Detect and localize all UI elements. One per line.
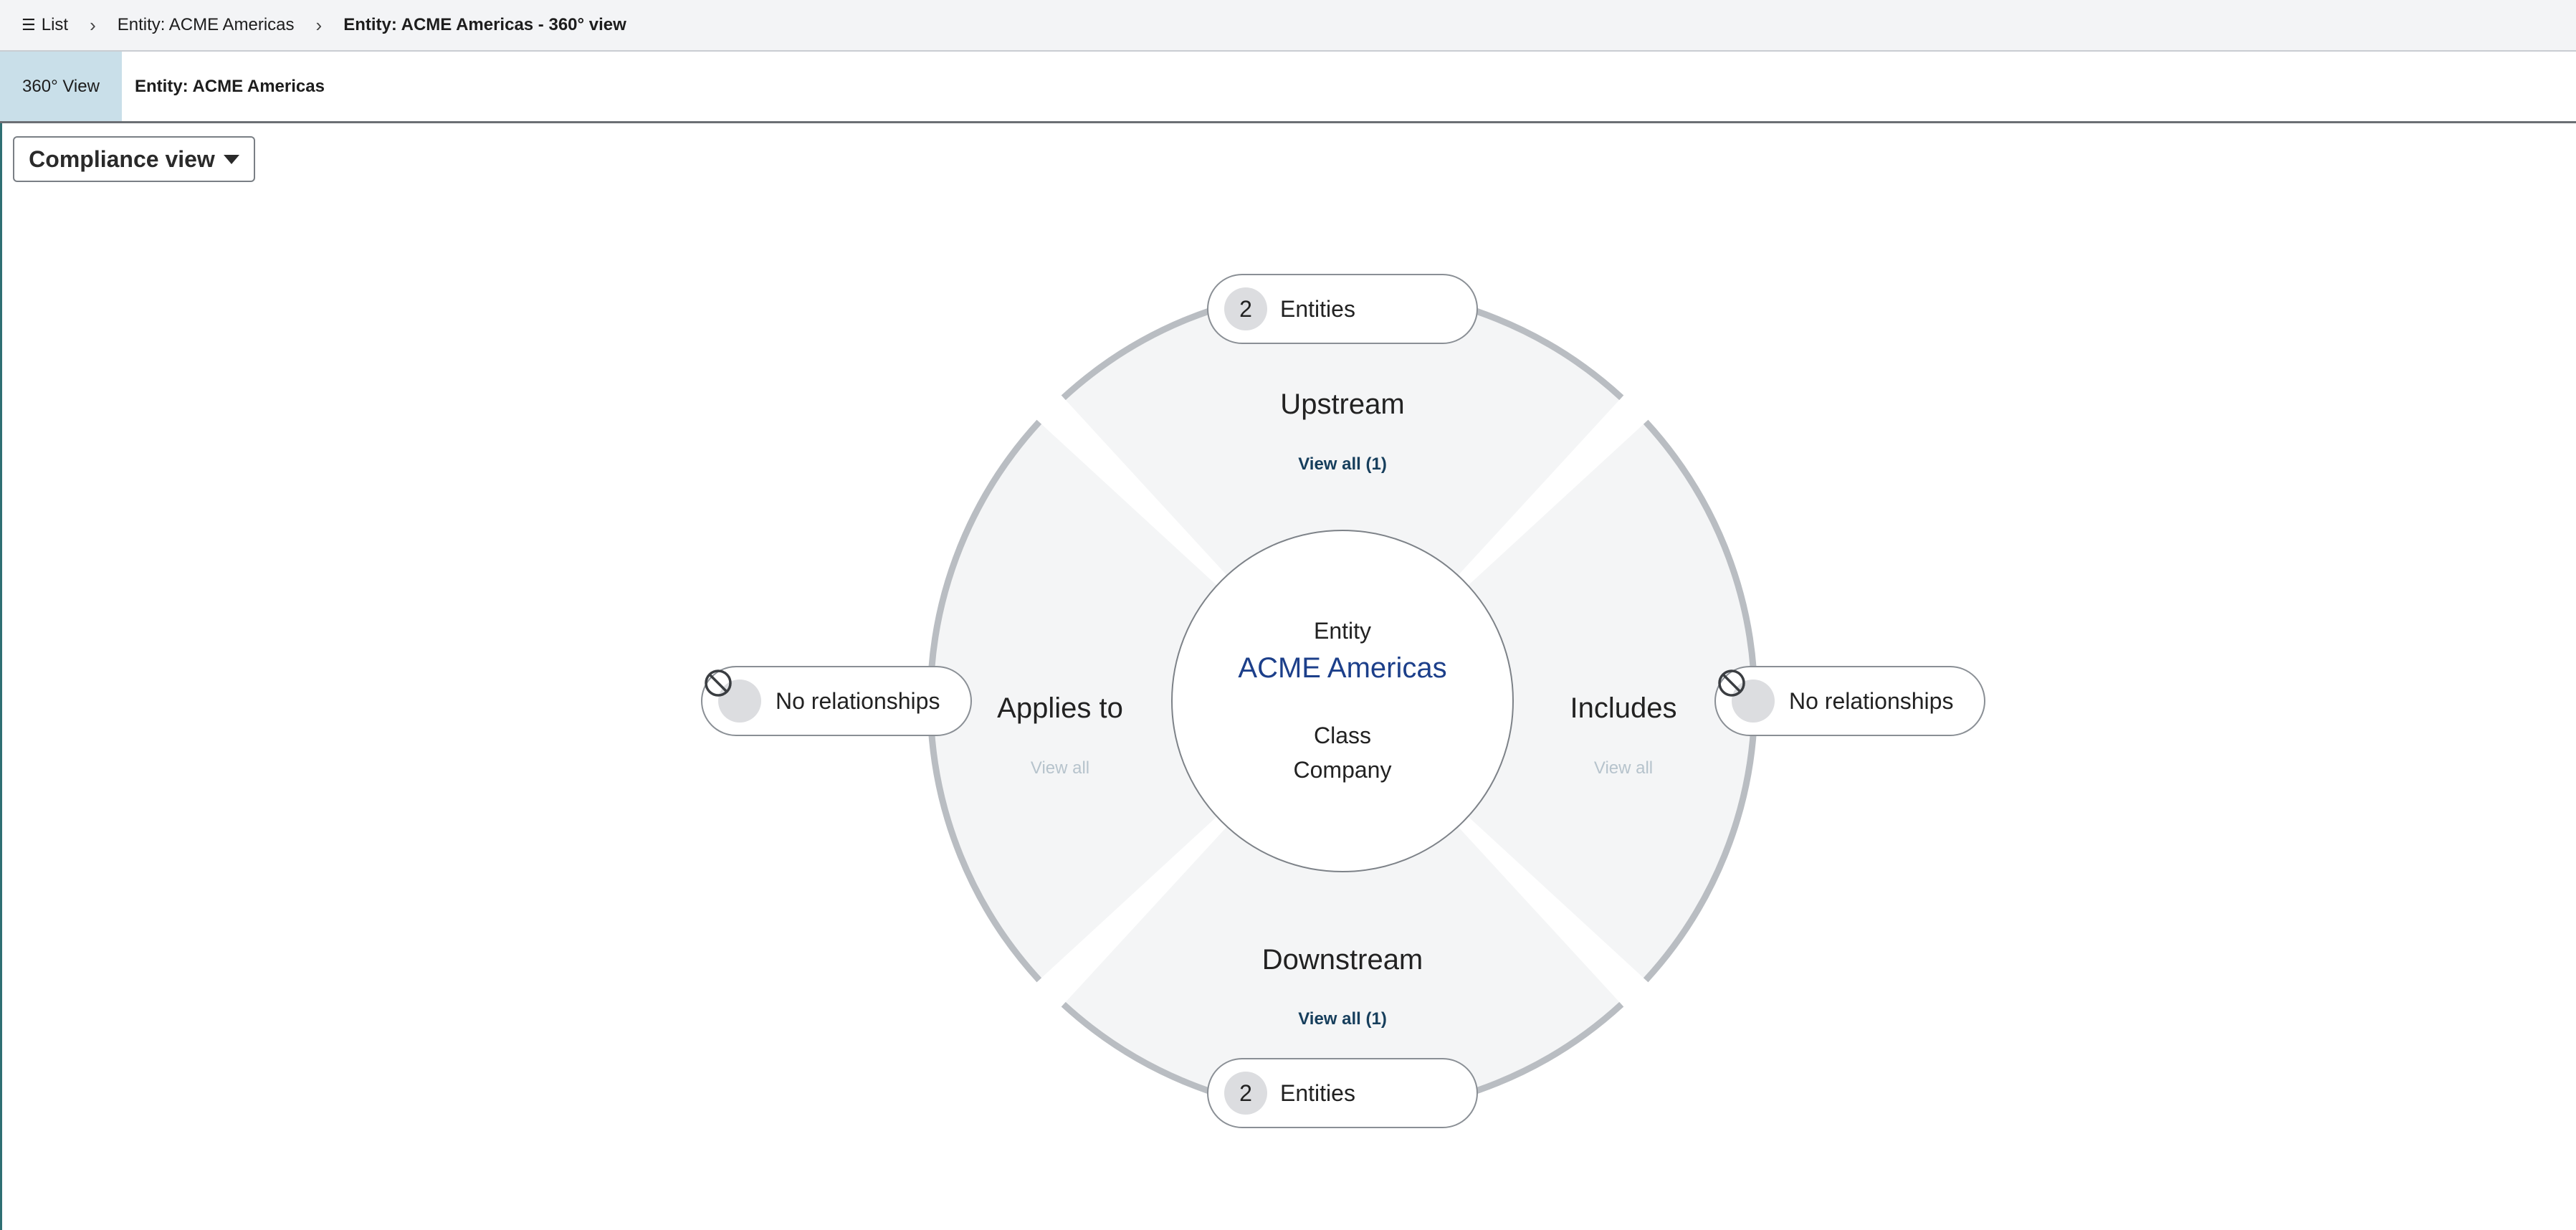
center-type-label: Entity [1313,618,1372,644]
center-class-label: Class [1313,723,1372,748]
applies-to-sector [930,421,1342,981]
upstream-count-badge: 2 [1224,287,1267,330]
breadcrumb-current: Entity: ACME Americas - 360° view [343,15,626,34]
upstream-count-pill[interactable]: 2 Entities [1207,274,1478,344]
includes-sector [1342,421,1755,981]
caret-down-icon [223,154,239,164]
relationship-diagram: Entity ACME Americas Class Company Upstr… [0,0,2576,1230]
breadcrumb: ☰ List › Entity: ACME Americas › Entity:… [0,0,2576,52]
applies-to-view-all-link: View all [1030,758,1090,778]
center-class-value: Company [1293,757,1392,783]
downstream-count-label: Entities [1280,1079,1355,1106]
downstream-count-pill[interactable]: 2 Entities [1207,1058,1478,1128]
center-circle [1171,530,1514,872]
upstream-view-all-link[interactable]: View all (1) [1298,454,1387,475]
applies-to-status-label: No relationships [776,687,940,714]
view-selector-dropdown[interactable]: Compliance view [13,136,255,182]
tab-row: 360° View Entity: ACME Americas [0,52,2576,123]
view-selector-label: Compliance view [29,146,215,172]
window-left-edge [0,0,2,1230]
diagram-graphic [927,285,1758,1117]
chevron-right-icon: › [90,14,96,36]
downstream-count-badge: 2 [1224,1072,1267,1115]
tab-360-view[interactable]: 360° View [0,52,122,121]
breadcrumb-entity-link[interactable]: Entity: ACME Americas [118,15,295,35]
breadcrumb-list-link[interactable]: ☰ List [22,15,68,35]
includes-status-label: No relationships [1789,687,1954,714]
breadcrumb-item-label: List [41,15,69,34]
page-title: Entity: ACME Americas [135,76,325,96]
chevron-right-icon: › [315,14,323,36]
no-entry-icon [705,669,761,723]
applies-to-status-pill: No relationships [701,666,972,736]
downstream-title: Downstream [1261,944,1423,976]
includes-view-all-link: View all [1593,758,1654,778]
no-entry-icon [1718,669,1775,723]
center-entity-name[interactable]: ACME Americas [1238,652,1446,685]
downstream-view-all-link[interactable]: View all (1) [1298,1009,1387,1029]
applies-to-title: Applies to [997,692,1123,724]
includes-status-pill: No relationships [1714,666,1985,736]
upstream-title: Upstream [1280,388,1405,420]
upstream-count-label: Entities [1280,295,1355,322]
includes-title: Includes [1570,692,1677,724]
list-icon: ☰ [22,16,36,34]
